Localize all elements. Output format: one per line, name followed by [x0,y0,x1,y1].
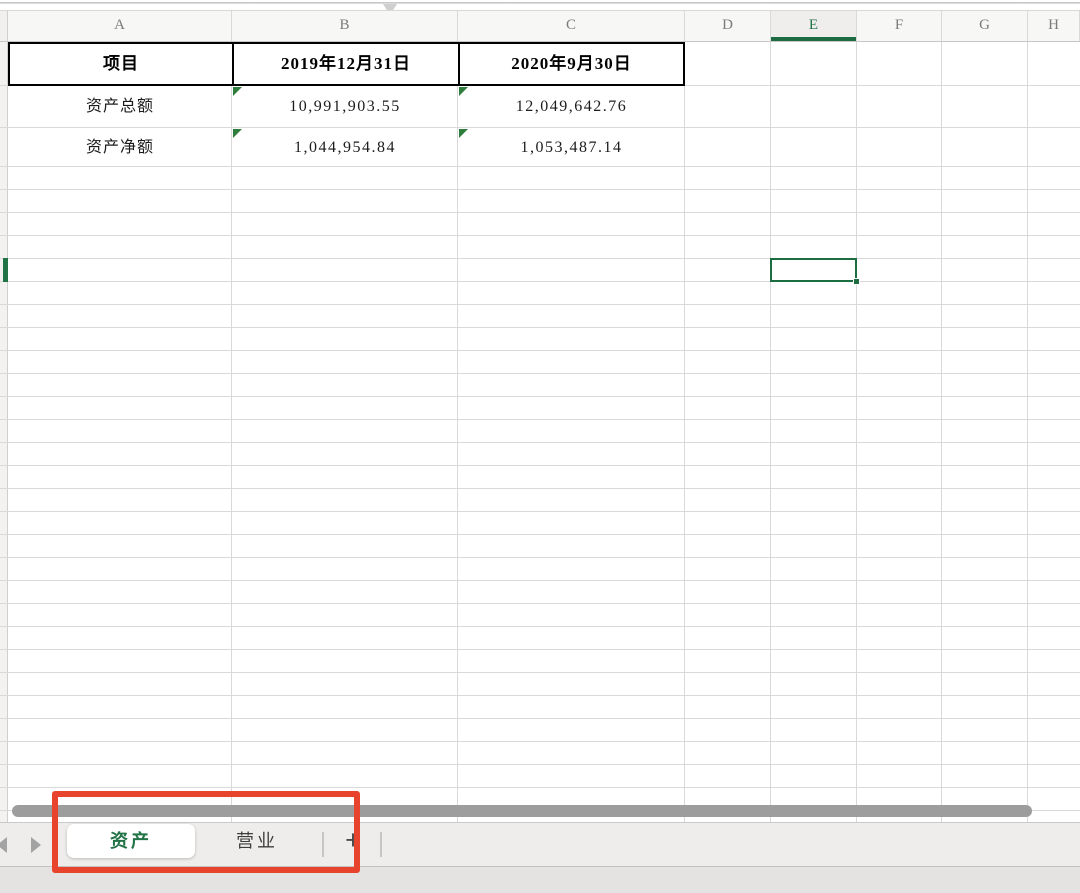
select-all-corner[interactable] [0,11,8,41]
formula-bar-edge [0,0,1080,10]
cell-label-net-assets[interactable]: 资产净额 [8,128,232,167]
scroll-tabs-right-icon[interactable] [31,837,41,853]
spreadsheet-app: A B C D E F G H 项目 2019年12月31日 2020年9月30… [0,0,1080,893]
column-header-e[interactable]: E [771,11,857,41]
column-header-f[interactable]: F [857,11,942,41]
cell-label-total-assets[interactable]: 资产总额 [8,86,232,128]
header-cell-date-2020[interactable]: 2020年9月30日 [458,44,683,84]
cell-value-total-assets-2020[interactable]: 12,049,642.76 [458,86,685,128]
table-header-row: 项目 2019年12月31日 2020年9月30日 [8,42,685,86]
sheet-grid[interactable]: 项目 2019年12月31日 2020年9月30日 资产总额 10,991,90… [0,42,1080,822]
grid-horizontal-lines [0,167,1080,822]
error-indicator-triangle-icon [233,129,242,138]
cell-value-net-assets-2019[interactable]: 1,044,954.84 [232,128,458,167]
column-header-d[interactable]: D [685,11,771,41]
cell-value-text: 12,049,642.76 [516,98,628,115]
header-cell-date-2019[interactable]: 2019年12月31日 [232,44,458,84]
selected-row-indicator [3,258,8,282]
column-header-b[interactable]: B [232,11,458,41]
selected-cell[interactable] [770,258,857,282]
error-indicator-triangle-icon [459,129,468,138]
column-header-c[interactable]: C [458,11,685,41]
cell-value-text: 1,044,954.84 [294,139,396,156]
column-header-g[interactable]: G [942,11,1028,41]
cell-value-net-assets-2020[interactable]: 1,053,487.14 [458,128,685,167]
column-header-h[interactable]: H [1028,11,1080,41]
error-indicator-triangle-icon [233,87,242,96]
error-indicator-triangle-icon [459,87,468,96]
tab-separator [380,832,382,857]
scroll-tabs-left-icon[interactable] [0,837,7,853]
cell-value-text: 1,053,487.14 [521,139,623,156]
column-header-row: A B C D E F G H [0,10,1080,42]
column-header-a[interactable]: A [8,11,232,41]
formula-bar-divider [0,2,1080,4]
cell-value-total-assets-2019[interactable]: 10,991,903.55 [232,86,458,128]
cell-value-text: 10,991,903.55 [289,98,401,115]
annotation-red-box [52,791,360,873]
column-header-e-label: E [809,17,818,33]
header-cell-item[interactable]: 项目 [10,44,232,84]
selected-column-underline [771,37,856,41]
fill-handle[interactable] [853,278,860,285]
